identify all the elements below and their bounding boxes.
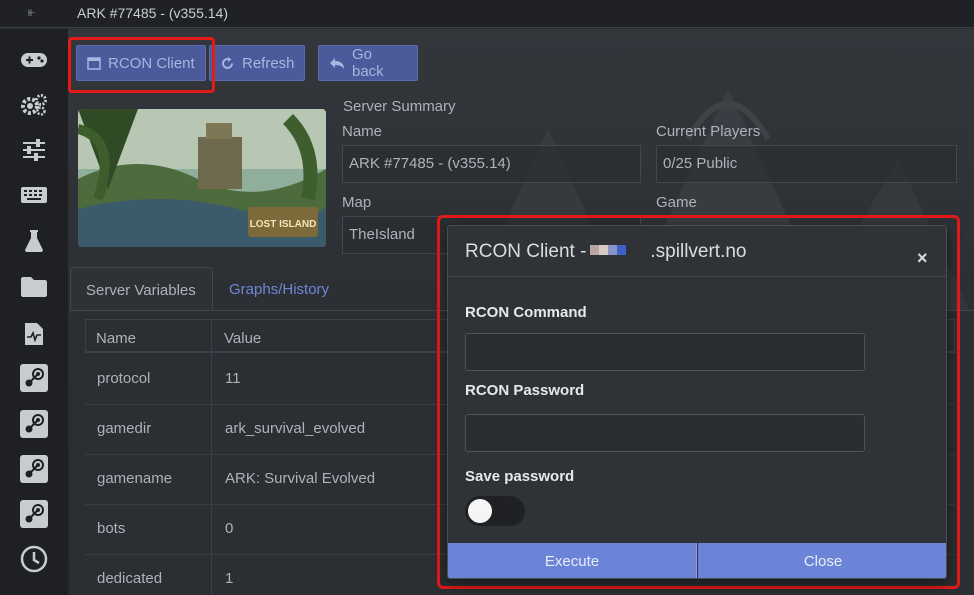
row-value: 0 — [225, 520, 234, 537]
close-button[interactable]: Close — [698, 543, 946, 578]
keyboard-icon[interactable] — [19, 180, 49, 210]
refresh-label: Refresh — [242, 54, 295, 72]
redacted-hostname — [590, 245, 627, 256]
row-name: gamename — [97, 470, 173, 487]
rcon-command-input[interactable] — [465, 333, 865, 371]
name-field[interactable]: ARK #77485 - (v355.14) — [342, 145, 641, 183]
steam-icon[interactable] — [19, 363, 49, 393]
server-map-image: LOST ISLAND — [78, 109, 326, 247]
rcon-command-label: RCON Command — [465, 304, 587, 321]
rcon-password-label: RCON Password — [465, 382, 585, 399]
save-password-toggle[interactable] — [465, 496, 525, 526]
modal-title-prefix: RCON Client - — [465, 241, 587, 262]
title-bar: ⫦ ARK #77485 - (v355.14) — [0, 0, 974, 28]
row-name: gamedir — [97, 420, 152, 437]
clock-icon[interactable] — [19, 544, 49, 574]
reply-arrow-icon — [330, 57, 344, 69]
tab-graphs-history[interactable]: Graphs/History — [229, 281, 329, 298]
row-name: dedicated — [97, 570, 163, 587]
modal-header: RCON Client - .spillvert.no × — [448, 226, 946, 277]
game-label: Game — [656, 194, 697, 211]
tab-server-variables[interactable]: Server Variables — [70, 267, 213, 313]
header-name[interactable]: Name — [96, 330, 136, 347]
refresh-icon — [222, 56, 233, 69]
sliders-icon[interactable] — [19, 135, 49, 165]
steam-icon[interactable] — [19, 409, 49, 439]
close-icon[interactable]: × — [917, 248, 928, 269]
modal-title: RCON Client - .spillvert.no — [465, 241, 747, 263]
folder-icon[interactable] — [19, 272, 49, 302]
go-back-label: Go back — [352, 46, 384, 80]
row-value: ark_survival_evolved — [225, 420, 366, 437]
flask-icon[interactable] — [19, 226, 49, 256]
row-value: 1 — [225, 570, 234, 587]
toggle-knob — [468, 499, 492, 523]
modal-title-suffix: .spillvert.no — [650, 241, 747, 262]
row-value: ARK: Survival Evolved — [225, 470, 376, 487]
gears-icon[interactable] — [19, 90, 49, 120]
rcon-password-input[interactable] — [465, 414, 865, 452]
file-pulse-icon[interactable] — [19, 319, 49, 349]
map-label: Map — [342, 194, 372, 211]
current-players-label: Current Players — [656, 123, 761, 140]
steam-icon[interactable] — [19, 454, 49, 484]
steam-icon[interactable] — [19, 499, 49, 529]
row-name: bots — [97, 520, 126, 537]
execute-button[interactable]: Execute — [448, 543, 697, 578]
current-players-field[interactable]: 0/25 Public — [656, 145, 957, 183]
sidebar — [0, 29, 68, 595]
app-window: ⫦ ARK #77485 - (v355.14) RCON Client Ref… — [0, 0, 974, 595]
header-value[interactable]: Value — [224, 330, 261, 347]
summary-title: Server Summary — [343, 98, 456, 115]
refresh-button[interactable]: Refresh — [209, 45, 305, 81]
gamepad-icon[interactable] — [19, 45, 49, 75]
rcon-button-highlight — [68, 37, 215, 93]
save-password-label: Save password — [465, 468, 575, 485]
row-name: protocol — [97, 370, 151, 387]
go-back-button[interactable]: Go back — [318, 45, 418, 81]
rcon-client-modal: RCON Client - .spillvert.no × RCON Comman… — [447, 225, 947, 579]
name-label: Name — [342, 123, 383, 140]
pin-icon[interactable]: ⫦ — [28, 4, 35, 20]
window-title: ARK #77485 - (v355.14) — [77, 5, 228, 21]
lost-island-logo-text: LOST ISLAND — [250, 219, 317, 230]
row-value: 11 — [225, 370, 241, 387]
